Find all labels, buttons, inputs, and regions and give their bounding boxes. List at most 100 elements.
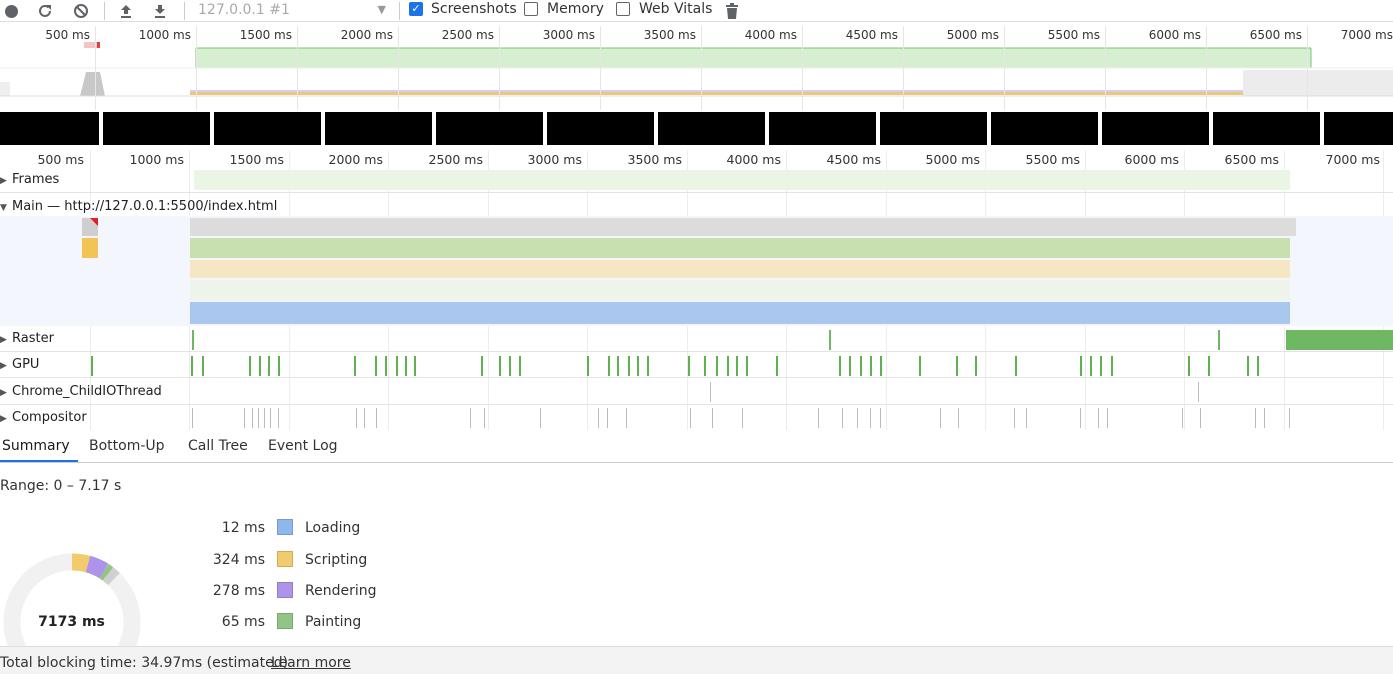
overview-tick: 3000 ms bbox=[542, 28, 595, 42]
expand-triangle-icon: ▶ bbox=[0, 176, 7, 186]
tab-event-log[interactable]: Event Log bbox=[268, 438, 338, 454]
overview-tick: 7000 ms bbox=[1340, 28, 1393, 42]
upload-icon[interactable] bbox=[117, 2, 135, 20]
frames-label-text: Frames bbox=[12, 172, 60, 187]
learn-more-link[interactable]: Learn more bbox=[271, 655, 351, 671]
overview-tick: 4500 ms bbox=[845, 28, 898, 42]
loading-label: Loading bbox=[305, 520, 361, 536]
grid-line bbox=[802, 26, 803, 110]
grid-line bbox=[95, 26, 96, 110]
overview-tick: 6000 ms bbox=[1148, 28, 1201, 42]
collapse-triangle-icon: ▼ bbox=[0, 203, 7, 213]
overview-tick: 2500 ms bbox=[441, 28, 494, 42]
total-blocking-time: Total blocking time: 34.97ms (estimated) bbox=[0, 655, 289, 671]
clear-icon[interactable] bbox=[72, 2, 90, 20]
webvitals-checkbox[interactable] bbox=[616, 2, 630, 16]
toolbar-separator bbox=[184, 2, 185, 20]
painting-value: 65 ms bbox=[221, 614, 265, 630]
main-tick: 5500 ms bbox=[1025, 152, 1080, 167]
tab-bottom-up[interactable]: Bottom-Up bbox=[89, 438, 165, 454]
tab-call-tree[interactable]: Call Tree bbox=[188, 438, 248, 454]
main-track[interactable]: ▼ Main — http://127.0.0.1:5500/index.html bbox=[0, 195, 1393, 325]
grid-line bbox=[903, 26, 904, 110]
main-tick: 5000 ms bbox=[925, 152, 980, 167]
loading-value: 12 ms bbox=[221, 520, 265, 536]
webvitals-label: Web Vitals bbox=[639, 1, 713, 17]
toolbar-separator bbox=[399, 2, 400, 20]
grid-line bbox=[297, 26, 298, 110]
overview-tick: 6500 ms bbox=[1249, 28, 1302, 42]
main-track-label: ▼ Main — http://127.0.0.1:5500/index.html bbox=[0, 199, 277, 214]
gpu-track-label: ▶ GPU bbox=[0, 357, 39, 372]
rendering-value: 278 ms bbox=[212, 583, 265, 599]
main-tick: 6500 ms bbox=[1224, 152, 1279, 167]
main-label-text: Main — http://127.0.0.1:5500/index.html bbox=[12, 199, 278, 214]
compositor-track-label: ▶ Compositor bbox=[0, 410, 87, 425]
frames-track[interactable]: ▶ Frames bbox=[0, 168, 1393, 193]
main-tick: 2000 ms bbox=[328, 152, 383, 167]
main-tick: 4500 ms bbox=[826, 152, 881, 167]
main-tick: 1500 ms bbox=[229, 152, 284, 167]
grid-line bbox=[1307, 26, 1308, 110]
grid-line bbox=[1206, 26, 1207, 110]
active-tab-indicator bbox=[0, 460, 78, 462]
main-tick: 2500 ms bbox=[428, 152, 483, 167]
painting-swatch bbox=[277, 613, 293, 629]
main-tick: 4000 ms bbox=[726, 152, 781, 167]
scripting-label: Scripting bbox=[305, 552, 368, 568]
timeline-overview[interactable]: 500 ms 1000 ms 1500 ms 2000 ms 2500 ms 3… bbox=[0, 26, 1393, 148]
memory-label: Memory bbox=[547, 1, 604, 17]
scripting-swatch bbox=[277, 551, 293, 567]
screenshots-label: Screenshots bbox=[431, 1, 517, 17]
gpu-track[interactable]: ▶ GPU bbox=[0, 353, 1393, 378]
io-label-text: Chrome_ChildIOThread bbox=[12, 384, 162, 399]
overview-tick: 5500 ms bbox=[1047, 28, 1100, 42]
io-thread-track-label: ▶ Chrome_ChildIOThread bbox=[0, 384, 162, 399]
overview-tick: 1500 ms bbox=[239, 28, 292, 42]
download-icon[interactable] bbox=[151, 2, 169, 20]
chevron-down-icon: ▼ bbox=[377, 3, 386, 16]
summary-donut bbox=[3, 553, 141, 646]
grid-line bbox=[1105, 26, 1106, 110]
frames-track-label: ▶ Frames bbox=[0, 172, 59, 187]
compositor-track[interactable]: ▶ Compositor bbox=[0, 406, 1393, 430]
main-tick: 1000 ms bbox=[129, 152, 184, 167]
main-tick: 3500 ms bbox=[627, 152, 682, 167]
tab-summary[interactable]: Summary bbox=[2, 438, 70, 454]
details-tabs: Summary Bottom-Up Call Tree Event Log bbox=[0, 430, 1393, 463]
range-text: Range: 0 – 7.17 s bbox=[0, 478, 122, 494]
grid-line bbox=[398, 26, 399, 110]
expand-triangle-icon: ▶ bbox=[0, 361, 7, 371]
raster-track[interactable]: ▶ Raster bbox=[0, 327, 1393, 352]
footer-bar: Total blocking time: 34.97ms (estimated)… bbox=[0, 646, 1393, 674]
grid-line bbox=[600, 26, 601, 110]
io-thread-track[interactable]: ▶ Chrome_ChildIOThread bbox=[0, 380, 1393, 405]
grid-line bbox=[701, 26, 702, 110]
expand-triangle-icon: ▶ bbox=[0, 388, 7, 398]
target-select[interactable]: 127.0.0.1 #1 ▼ bbox=[192, 0, 392, 22]
screenshots-checkbox[interactable]: ✓ bbox=[409, 2, 423, 16]
overview-tick: 3500 ms bbox=[643, 28, 696, 42]
grid-line bbox=[196, 26, 197, 110]
grid-line bbox=[1004, 26, 1005, 110]
raster-label-text: Raster bbox=[12, 331, 54, 346]
reload-icon[interactable] bbox=[36, 2, 54, 20]
overview-tick: 1000 ms bbox=[138, 28, 191, 42]
main-tick: 3000 ms bbox=[527, 152, 582, 167]
record-icon[interactable] bbox=[2, 2, 20, 20]
expand-triangle-icon: ▶ bbox=[0, 414, 7, 424]
compositor-label-text: Compositor bbox=[12, 410, 87, 425]
rendering-swatch bbox=[277, 582, 293, 598]
expand-triangle-icon: ▶ bbox=[0, 335, 7, 345]
summary-total: 7173 ms bbox=[38, 614, 105, 630]
overview-tick: 2000 ms bbox=[340, 28, 393, 42]
gpu-label-text: GPU bbox=[12, 357, 40, 372]
toolbar-separator bbox=[104, 2, 105, 20]
raster-track-label: ▶ Raster bbox=[0, 331, 54, 346]
target-select-value: 127.0.0.1 #1 bbox=[198, 2, 290, 18]
memory-checkbox[interactable] bbox=[524, 2, 538, 16]
main-tick: 500 ms bbox=[37, 152, 84, 167]
trash-icon[interactable] bbox=[723, 2, 741, 20]
overview-tick: 4000 ms bbox=[744, 28, 797, 42]
main-tick: 7000 ms bbox=[1325, 152, 1380, 167]
